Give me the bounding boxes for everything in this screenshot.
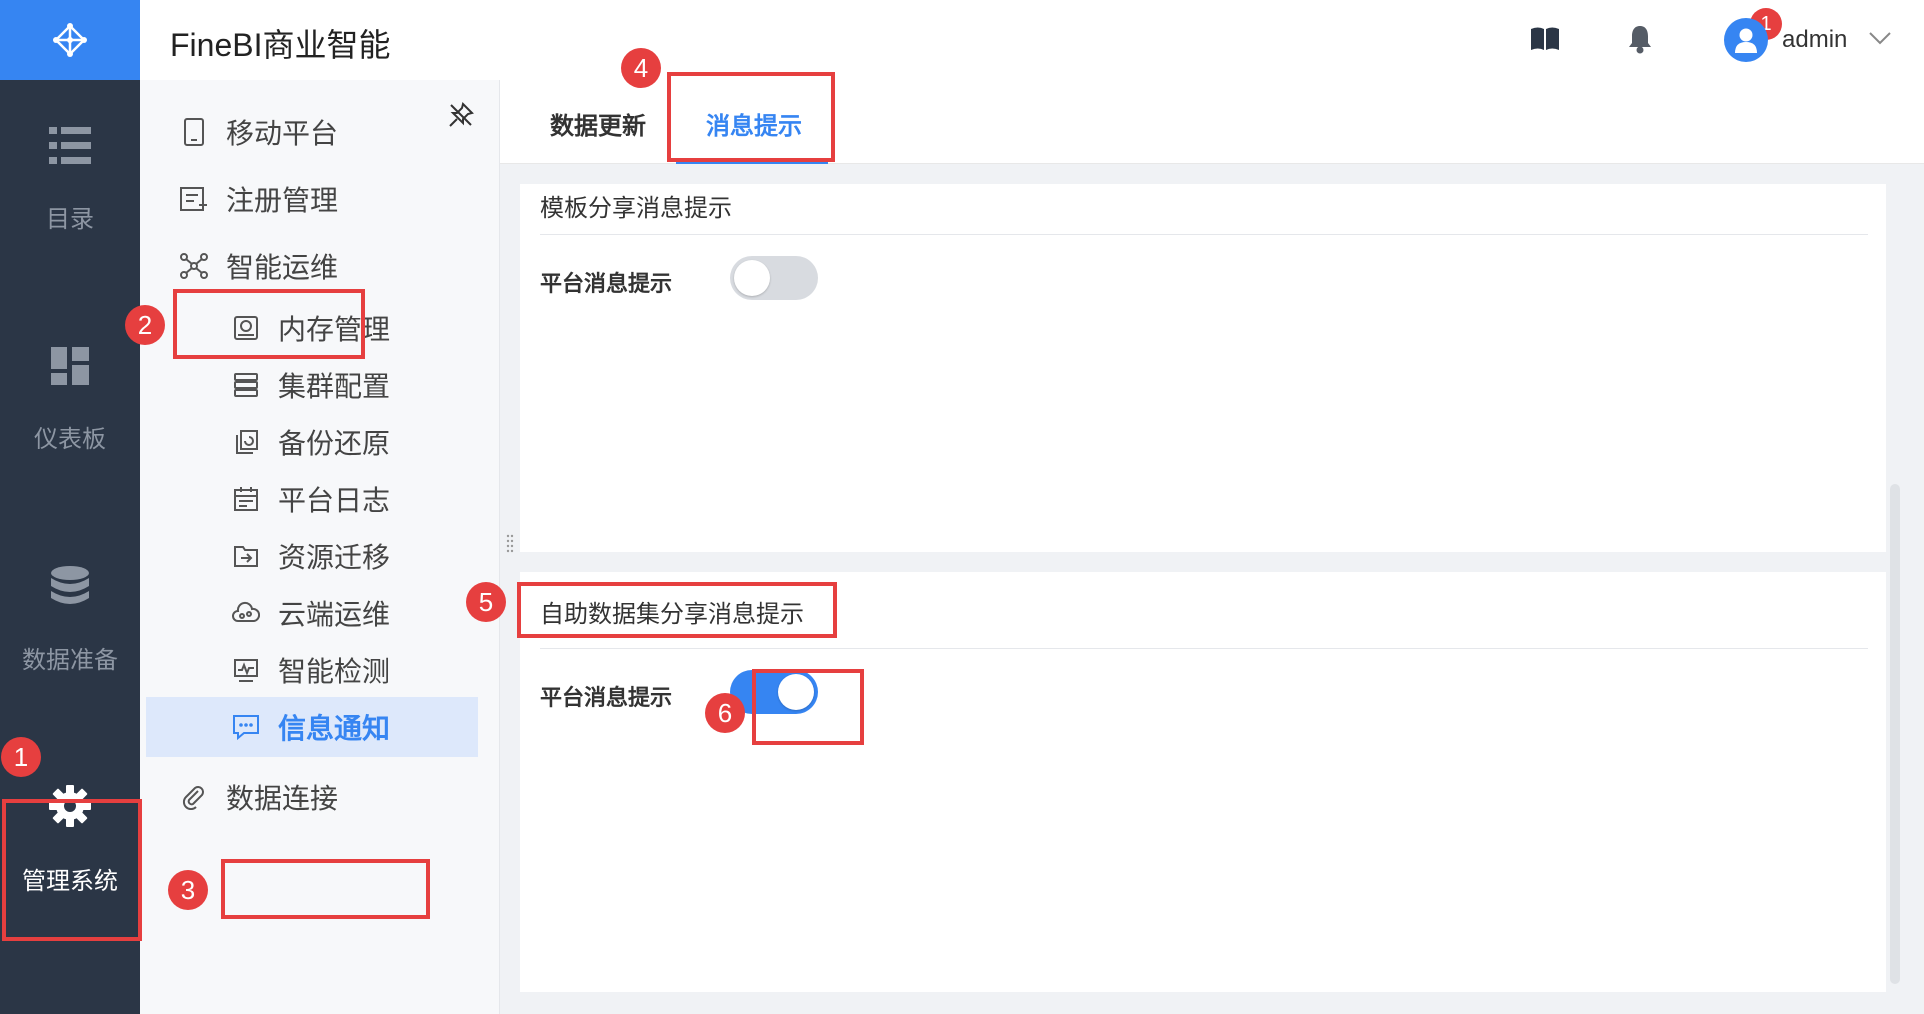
platform-message-toggle-off[interactable] xyxy=(730,256,818,300)
toggle-knob xyxy=(734,260,770,296)
menu-item-mobile-platform[interactable]: 移动平台 xyxy=(140,102,500,162)
menu-item-label: 云端运维 xyxy=(278,599,391,630)
bell-icon[interactable] xyxy=(1628,24,1652,54)
section-dataset-share: 自助数据集分享消息提示 平台消息提示 xyxy=(520,572,1886,992)
logo-icon xyxy=(53,23,87,57)
menu-item-label: 集群配置 xyxy=(278,371,391,402)
gear-icon xyxy=(49,784,91,827)
rail-item-data-prep[interactable]: 数据准备 xyxy=(0,545,140,695)
menu-item-label: 移动平台 xyxy=(226,118,339,149)
menu-item-smart-ops[interactable]: 智能运维 xyxy=(140,236,500,296)
avatar[interactable] xyxy=(1724,18,1768,62)
menu-item-cloud-ops[interactable]: 云端运维 xyxy=(140,583,500,643)
resize-handle-icon[interactable] xyxy=(506,534,514,556)
rail-item-label: 仪表板 xyxy=(34,425,106,453)
link-icon xyxy=(178,781,210,813)
divider xyxy=(540,234,1868,235)
vertical-scrollbar[interactable] xyxy=(1888,184,1902,992)
tablet-icon xyxy=(178,116,210,148)
register-icon xyxy=(178,183,210,215)
top-header: FineBI商业智能 1 admin xyxy=(140,0,1924,80)
message-icon xyxy=(230,711,262,743)
tab-message-prompt[interactable]: 消息提示 xyxy=(706,106,802,141)
section-title: 模板分享消息提示 xyxy=(540,195,732,222)
menu-item-data-connection[interactable]: 数据连接 xyxy=(140,767,500,827)
step-marker-1: 1 xyxy=(1,737,41,777)
menu-item-label: 备份还原 xyxy=(278,428,391,459)
memory-icon xyxy=(230,312,262,344)
tab-data-update[interactable]: 数据更新 xyxy=(550,106,646,141)
menu-item-backup[interactable]: 备份还原 xyxy=(140,412,500,472)
username[interactable]: admin xyxy=(1782,26,1847,54)
rail-item-catalog[interactable]: 目录 xyxy=(0,105,140,255)
menu-item-resource-migration[interactable]: 资源迁移 xyxy=(140,526,500,586)
app-logo[interactable] xyxy=(0,0,140,80)
migrate-icon xyxy=(230,540,262,572)
platform-message-label: 平台消息提示 xyxy=(540,685,673,710)
user-icon xyxy=(1735,28,1757,53)
list-icon xyxy=(49,126,91,164)
backup-icon xyxy=(230,426,262,458)
menu-item-label: 数据连接 xyxy=(226,783,339,814)
toggle-knob xyxy=(778,674,814,710)
chevron-down-icon[interactable] xyxy=(1868,30,1892,46)
dashboard-icon xyxy=(51,346,89,385)
step-marker-3: 3 xyxy=(168,870,208,910)
database-icon xyxy=(51,565,89,604)
menu-item-platform-log[interactable]: 平台日志 xyxy=(140,469,500,529)
step-marker-2: 2 xyxy=(125,305,165,345)
app-title: FineBI商业智能 xyxy=(170,27,391,63)
section-template-share: 模板分享消息提示 平台消息提示 xyxy=(520,184,1886,552)
book-icon[interactable] xyxy=(1530,26,1560,52)
platform-message-label: 平台消息提示 xyxy=(540,271,673,296)
monitor-icon xyxy=(230,654,262,686)
section-title: 自助数据集分享消息提示 xyxy=(540,601,804,628)
menu-item-registration[interactable]: 注册管理 xyxy=(140,169,500,229)
menu-item-notification[interactable]: 信息通知 xyxy=(146,697,478,757)
rail-item-dashboard[interactable]: 仪表板 xyxy=(0,325,140,475)
menu-item-label: 内存管理 xyxy=(278,314,391,345)
rail-item-admin[interactable]: 管理系统 xyxy=(0,765,140,915)
menu-item-cluster[interactable]: 集群配置 xyxy=(140,355,500,415)
active-tab-indicator xyxy=(676,160,828,164)
menu-item-label: 智能检测 xyxy=(278,656,391,687)
cloud-ops-icon xyxy=(230,597,262,629)
menu-item-label: 智能运维 xyxy=(226,252,339,283)
menu-item-memory[interactable]: 内存管理 xyxy=(140,298,500,358)
step-marker-4: 4 xyxy=(621,48,661,88)
log-icon xyxy=(230,483,262,515)
rail-item-label: 数据准备 xyxy=(22,646,118,674)
menu-item-smart-detection[interactable]: 智能检测 xyxy=(140,640,500,700)
menu-item-label: 信息通知 xyxy=(278,713,391,744)
menu-item-label: 平台日志 xyxy=(278,485,391,516)
scrollbar-thumb[interactable] xyxy=(1890,484,1900,984)
menu-item-label: 注册管理 xyxy=(226,185,339,216)
ops-network-icon xyxy=(178,250,210,282)
step-marker-5: 5 xyxy=(466,582,506,622)
rail-item-label: 目录 xyxy=(46,205,94,233)
cluster-icon xyxy=(230,369,262,401)
rail-item-label: 管理系统 xyxy=(22,867,118,895)
menu-item-label: 资源迁移 xyxy=(278,542,391,573)
main-content: 数据更新 消息提示 模板分享消息提示 平台消息提示 自助数据集分享消息提示 平台… xyxy=(500,80,1924,1014)
divider xyxy=(540,648,1868,649)
primary-nav-rail: 目录 仪表板 数据准备 管理系统 xyxy=(0,0,140,1014)
tab-bar: 数据更新 消息提示 xyxy=(500,80,1924,164)
step-marker-6: 6 xyxy=(705,693,745,733)
